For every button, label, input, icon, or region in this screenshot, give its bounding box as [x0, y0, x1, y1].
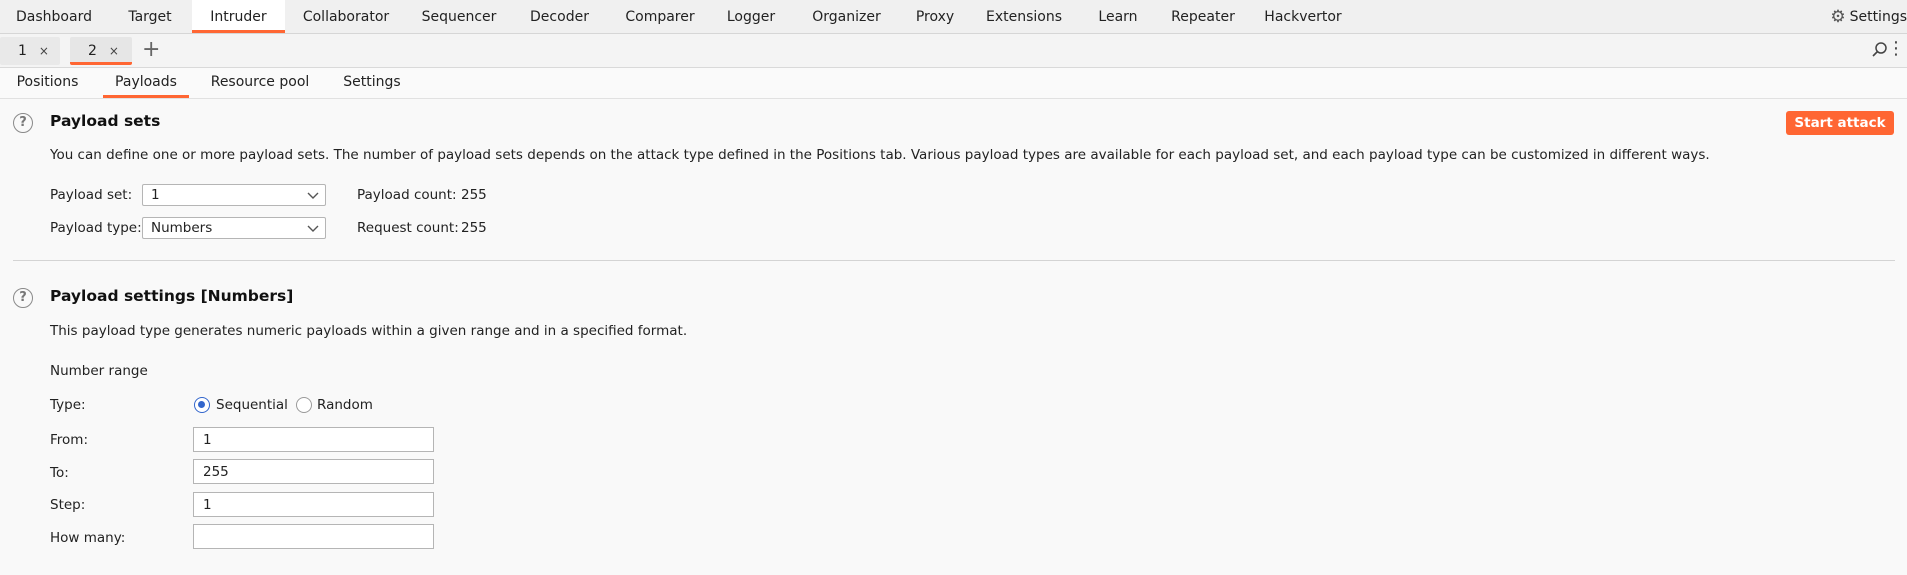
chevron-down-icon	[307, 218, 319, 244]
tab-logger[interactable]: Logger	[712, 0, 790, 33]
payload-settings-title: Payload settings [Numbers]	[50, 287, 294, 305]
random-label[interactable]: Random	[317, 397, 373, 413]
tab-hackvertor[interactable]: Hackvertor	[1251, 0, 1355, 33]
payload-sets-title: Payload sets	[50, 112, 161, 130]
tab-resource-pool[interactable]: Resource pool	[200, 68, 320, 98]
request-tab-1[interactable]: 1 ×	[0, 37, 60, 65]
how-many-label: How many:	[50, 530, 126, 546]
close-icon[interactable]: ×	[39, 44, 49, 58]
start-attack-button[interactable]: Start attack	[1786, 111, 1894, 135]
number-range-label: Number range	[50, 363, 148, 379]
settings-label: Settings	[1849, 9, 1907, 25]
payload-type-select[interactable]: Numbers	[142, 217, 326, 239]
tab-repeater[interactable]: Repeater	[1155, 0, 1251, 33]
from-label: From:	[50, 432, 88, 448]
payload-type-label: Payload type:	[50, 220, 142, 236]
sequential-radio[interactable]	[194, 397, 210, 413]
type-label: Type:	[50, 397, 86, 413]
payload-type-value: Numbers	[151, 220, 213, 236]
payload-set-select[interactable]: 1	[142, 184, 326, 206]
gear-icon: ⚙	[1830, 7, 1846, 27]
payload-sets-description: You can define one or more payload sets.…	[50, 147, 1710, 163]
plus-icon[interactable]: +	[142, 36, 160, 64]
tab-comparer[interactable]: Comparer	[608, 0, 712, 33]
payload-count-label: Payload count:	[357, 187, 457, 203]
payload-count-value: 255	[461, 187, 487, 203]
request-tab-2[interactable]: 2 ×	[70, 37, 132, 65]
request-tab-label: 2	[88, 43, 97, 59]
payload-set-label: Payload set:	[50, 187, 133, 203]
settings-button[interactable]: ⚙ Settings	[1830, 0, 1907, 34]
more-vertical-icon[interactable]: ⋮	[1887, 38, 1905, 60]
section-divider	[13, 260, 1895, 261]
tab-proxy[interactable]: Proxy	[903, 0, 967, 33]
request-count-value: 255	[461, 220, 487, 236]
tab-sequencer[interactable]: Sequencer	[407, 0, 511, 33]
sequential-label[interactable]: Sequential	[216, 397, 288, 413]
random-radio[interactable]	[296, 397, 312, 413]
tab-organizer[interactable]: Organizer	[790, 0, 903, 33]
to-label: To:	[50, 465, 69, 481]
close-icon[interactable]: ×	[109, 44, 119, 58]
step-label: Step:	[50, 497, 86, 513]
tab-learn[interactable]: Learn	[1081, 0, 1155, 33]
tab-target[interactable]: Target	[108, 0, 192, 33]
tab-intruder[interactable]: Intruder	[192, 0, 285, 33]
tab-decoder[interactable]: Decoder	[511, 0, 608, 33]
tab-payloads[interactable]: Payloads	[103, 68, 189, 98]
how-many-input[interactable]	[193, 524, 434, 549]
tab-extensions[interactable]: Extensions	[967, 0, 1081, 33]
request-tab-label: 1	[18, 43, 27, 59]
tab-collaborator[interactable]: Collaborator	[285, 0, 407, 33]
chevron-down-icon	[307, 185, 319, 211]
tab-settings[interactable]: Settings	[330, 68, 414, 98]
request-tab-strip: 1 × 2 × + ⋮	[0, 34, 1907, 68]
help-icon[interactable]: ?	[13, 113, 33, 133]
from-input[interactable]	[193, 427, 434, 452]
payload-settings-description: This payload type generates numeric payl…	[50, 323, 688, 339]
request-count-label: Request count:	[357, 220, 459, 236]
tab-dashboard[interactable]: Dashboard	[0, 0, 108, 33]
tab-positions[interactable]: Positions	[0, 68, 95, 98]
payload-set-value: 1	[151, 187, 160, 203]
help-icon[interactable]: ?	[13, 288, 33, 308]
intruder-subtabs: Positions Payloads Resource pool Setting…	[0, 68, 1907, 99]
to-input[interactable]	[193, 459, 434, 484]
step-input[interactable]	[193, 492, 434, 517]
top-navigation-bar: Dashboard Target Intruder Collaborator S…	[0, 0, 1907, 34]
